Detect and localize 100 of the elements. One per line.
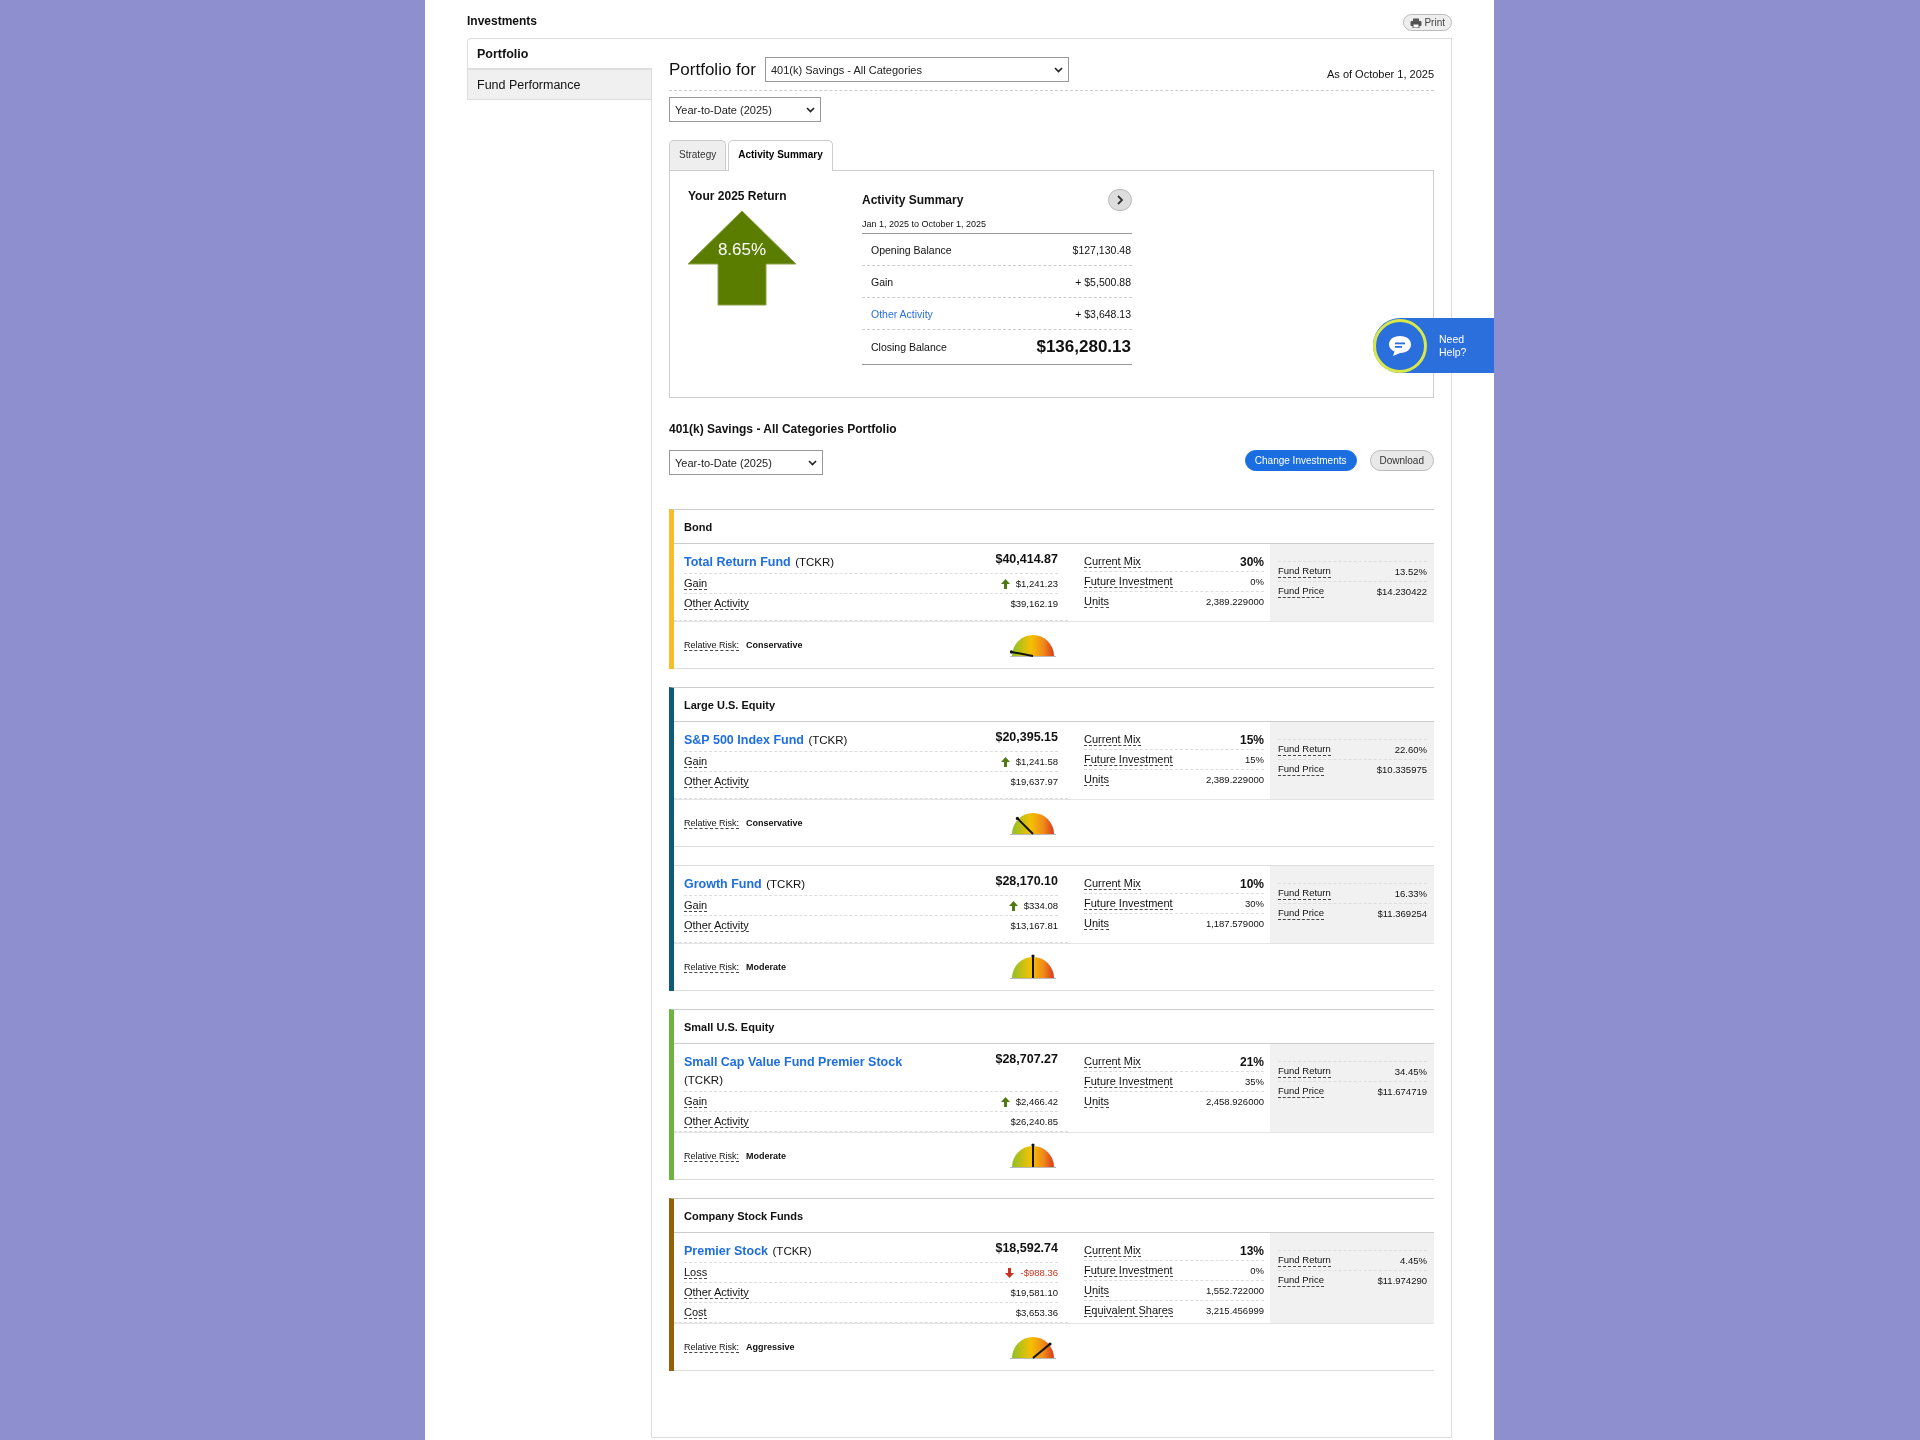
fund-balance: $28,170.10 (995, 874, 1058, 888)
detail-value: 2,389.229000 (1205, 596, 1264, 607)
summary-value: $136,280.13 (1036, 337, 1131, 357)
summary-label: Gain (871, 275, 894, 288)
risk-gauge-icon (1008, 632, 1058, 658)
risk-gauge-icon (1008, 810, 1058, 836)
detail-label: Gain (684, 755, 708, 768)
detail-value: $19,637.97 (1010, 776, 1058, 787)
detail-label: Gain (684, 1095, 708, 1108)
fund-link[interactable]: S&P 500 Index Fund (684, 733, 804, 747)
print-button[interactable]: Print (1403, 14, 1452, 31)
caret-icon (806, 106, 815, 113)
detail-label: Other Activity (684, 775, 749, 788)
ticker: (TCKR) (795, 556, 835, 568)
activity-link[interactable]: Other Activity (871, 307, 933, 320)
change-investments-button[interactable]: Change Investments (1244, 450, 1357, 471)
summary-label: Opening Balance (871, 243, 952, 256)
caret-icon (808, 459, 817, 466)
detail-value: -$988.36 (1020, 1267, 1058, 1278)
detail-label: Cost (684, 1306, 707, 1319)
ticker: (TCKR) (772, 1245, 812, 1257)
detail-value: $2,466.42 (1015, 1096, 1058, 1107)
fund-link[interactable]: Premier Stock (684, 1244, 769, 1258)
summary-label: Closing Balance (871, 341, 947, 353)
detail-value: 15% (1245, 754, 1264, 765)
detail-value: 21% (1239, 1054, 1264, 1069)
plan-dropdown[interactable]: 401(k) Savings - All Categories (764, 57, 1069, 82)
chevron-right-icon (1116, 195, 1124, 205)
detail-value: 2,458.926000 (1205, 1096, 1264, 1107)
chat-bubble-icon (1387, 333, 1413, 358)
page-title: Investments (467, 14, 538, 28)
detail-value: $1,241.23 (1015, 578, 1058, 589)
up-arrow-icon (1000, 756, 1010, 767)
detail-value: $39,162.19 (1010, 598, 1058, 609)
detail-label: Units (1084, 595, 1110, 608)
download-button[interactable]: Download (1369, 450, 1434, 471)
return-title: Your 2025 Return (688, 189, 788, 203)
detail-value: 15% (1239, 732, 1264, 747)
detail-value: 13% (1239, 1243, 1264, 1258)
stat-value: $14.230422 (1376, 586, 1427, 597)
portfolio-label: Portfolio for (669, 59, 756, 80)
detail-label: Current Mix (1084, 1244, 1141, 1257)
detail-label: Future Investment (1084, 1264, 1173, 1277)
ticker: (TCKR) (808, 734, 848, 746)
help-button[interactable]: Need Help? (1373, 318, 1494, 373)
detail-label: Future Investment (1084, 897, 1173, 910)
detail-value: 1,187.579000 (1205, 918, 1264, 929)
summary-title: Activity Summary (862, 193, 964, 207)
detail-value: $334.08 (1023, 900, 1058, 911)
sidebar-item[interactable]: Portfolio (467, 38, 652, 69)
detail-label: Future Investment (1084, 753, 1173, 766)
stat-label: Fund Price (1278, 585, 1324, 598)
detail-value: 1,552.722000 (1205, 1285, 1264, 1296)
summary-value: + $5,500.88 (1075, 275, 1131, 288)
fund-balance: $28,707.27 (995, 1052, 1058, 1066)
stat-label: Fund Price (1278, 907, 1324, 920)
portfolio-heading: 401(k) Savings - All Categories Portfolio (669, 422, 898, 436)
fund-link[interactable]: Total Return Fund (684, 555, 791, 569)
detail-label: Future Investment (1084, 1075, 1173, 1088)
detail-label: Units (1084, 917, 1110, 930)
stat-value: $11.369254 (1377, 908, 1427, 919)
stat-value: 13.52% (1394, 566, 1427, 577)
stat-label: Fund Return (1278, 1254, 1331, 1267)
detail-label: Other Activity (684, 1286, 749, 1299)
detail-label: Equivalent Shares (1084, 1304, 1174, 1317)
summary-value: $127,130.48 (1072, 243, 1131, 256)
detail-value: $13,167.81 (1010, 920, 1058, 931)
detail-value: 10% (1239, 876, 1264, 891)
fund-balance: $20,395.15 (995, 730, 1058, 744)
fund-link[interactable]: Small Cap Value Fund Premier Stock (684, 1055, 903, 1069)
next-button[interactable] (1108, 189, 1132, 211)
stat-value: $11.974290 (1377, 1275, 1427, 1286)
down-arrow-icon (1005, 1267, 1015, 1278)
period-dropdown[interactable]: Year-to-Date (2025) (669, 97, 821, 122)
risk-label: Relative Risk: (684, 961, 739, 973)
stat-value: 34.45% (1394, 1066, 1427, 1077)
detail-value: 2,389.229000 (1205, 774, 1264, 785)
detail-label: Current Mix (1084, 1055, 1141, 1068)
sidebar-item[interactable]: Fund Performance (467, 69, 651, 100)
up-arrow-icon (1000, 578, 1010, 589)
printer-icon (1410, 17, 1423, 28)
risk-value: Conservative (746, 818, 803, 828)
risk-gauge-icon (1008, 1143, 1058, 1169)
tab[interactable]: Strategy (669, 140, 727, 170)
risk-value: Moderate (746, 962, 787, 972)
detail-label: Loss (684, 1266, 708, 1279)
detail-label: Units (1084, 1284, 1110, 1297)
summary-value: + $3,648.13 (1075, 307, 1131, 320)
detail-label: Current Mix (1084, 733, 1141, 746)
tab[interactable]: Activity Summary (728, 140, 833, 171)
fund-link[interactable]: Growth Fund (684, 877, 762, 891)
detail-value: $19,581.10 (1010, 1287, 1058, 1298)
summary-period: Jan 1, 2025 to October 1, 2025 (862, 219, 1132, 234)
detail-value: 35% (1245, 1076, 1264, 1087)
detail-label: Units (1084, 773, 1110, 786)
return-value: 8.65% (716, 240, 768, 260)
detail-value: 0% (1250, 576, 1264, 587)
ticker: (TCKR) (684, 1074, 723, 1086)
period-dropdown[interactable]: Year-to-Date (2025) (669, 450, 823, 475)
detail-label: Gain (684, 899, 708, 912)
